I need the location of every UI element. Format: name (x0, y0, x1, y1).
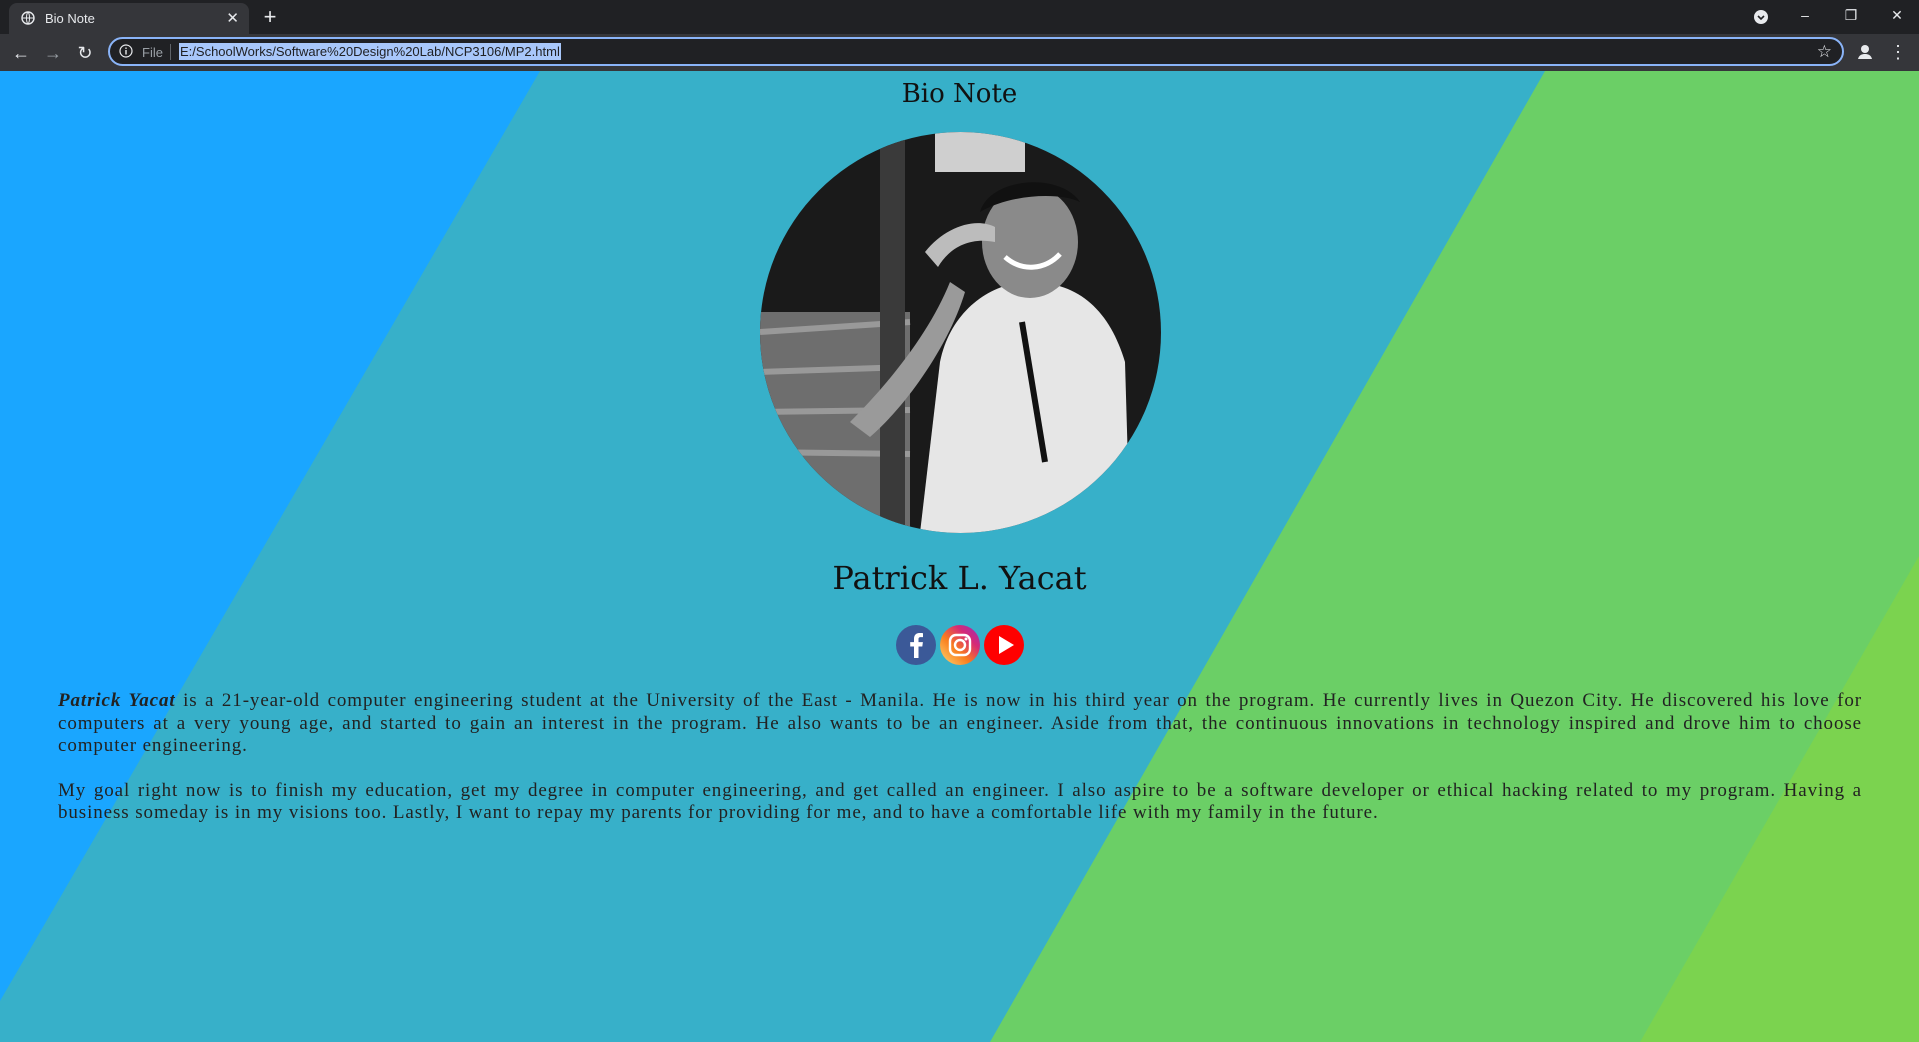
browser-toolbar: ← → ↻ File E:/SchoolWorks/Software%20Des… (0, 34, 1919, 71)
tab-bar: Bio Note ✕ + – ❐ ✕ (0, 0, 1919, 34)
page-title: Bio Note (901, 79, 1018, 109)
info-icon[interactable] (119, 44, 133, 58)
bookmark-star-icon[interactable]: ☆ (1817, 42, 1832, 62)
globe-icon (21, 11, 35, 25)
tab-bio-note[interactable]: Bio Note ✕ (9, 3, 249, 34)
bio-paragraph-1: Patrick Yacat is a 21-year-old computer … (58, 690, 1862, 758)
close-window-button[interactable]: ✕ (1874, 0, 1919, 30)
new-tab-button[interactable]: + (258, 5, 282, 29)
instagram-icon[interactable] (939, 624, 981, 666)
address-scheme: File (142, 45, 163, 60)
address-separator (170, 44, 171, 60)
page-viewport: Bio Note Patrick L. Yacat Patrick Yacat … (0, 71, 1919, 1042)
profile-photo (760, 132, 1161, 533)
social-links (895, 624, 1035, 668)
forward-button[interactable]: → (41, 41, 65, 65)
profile-icon[interactable] (1855, 42, 1875, 62)
address-bar[interactable]: File E:/SchoolWorks/Software%20Design%20… (108, 37, 1844, 66)
browser-window: Bio Note ✕ + – ❐ ✕ ← → ↻ File E:/SchoolW… (0, 0, 1919, 1042)
facebook-icon[interactable] (895, 624, 937, 666)
bio-paragraph-1-text: is a 21-year-old computer engineering st… (58, 690, 1862, 756)
person-name: Patrick L. Yacat (832, 559, 1087, 597)
browser-menu-icon[interactable]: ⋮ (1889, 41, 1907, 63)
youtube-icon[interactable] (983, 624, 1025, 666)
tab-search-icon[interactable] (1753, 9, 1769, 25)
bio-text: Patrick Yacat is a 21-year-old computer … (58, 690, 1862, 847)
bio-paragraph-2: My goal right now is to finish my educat… (58, 779, 1862, 824)
bio-name: Patrick Yacat (58, 690, 176, 711)
restore-button[interactable]: ❐ (1828, 0, 1874, 30)
reload-button[interactable]: ↻ (73, 41, 97, 65)
minimize-button[interactable]: – (1782, 0, 1828, 30)
back-button[interactable]: ← (9, 41, 33, 65)
tab-title: Bio Note (45, 11, 95, 26)
tab-close-icon[interactable]: ✕ (226, 9, 239, 27)
address-url[interactable]: E:/SchoolWorks/Software%20Design%20Lab/N… (179, 43, 561, 60)
